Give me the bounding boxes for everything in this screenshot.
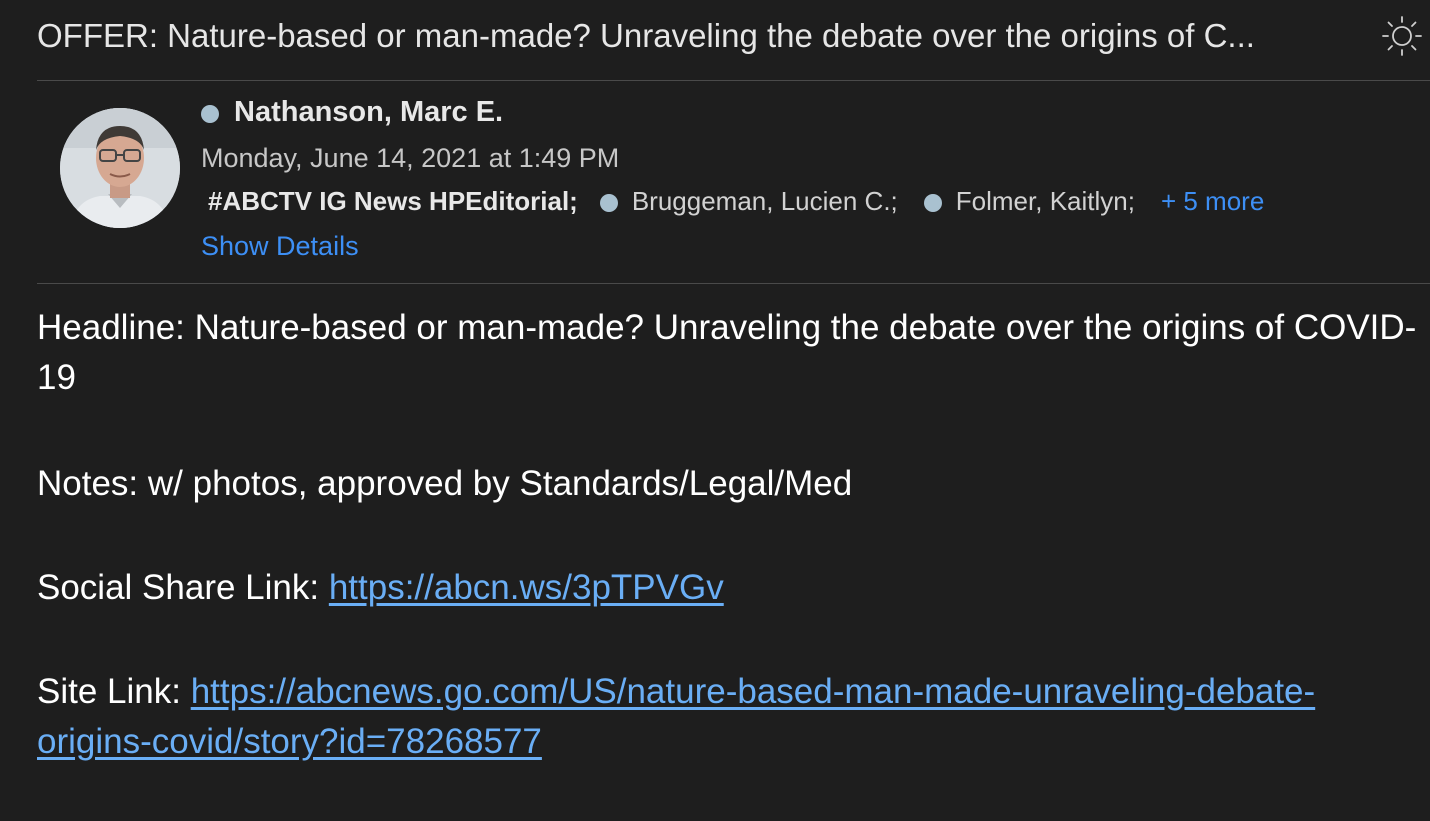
recipient-group[interactable]: #ABCTV IG News HPEditorial; xyxy=(208,186,578,217)
site-link[interactable]: https://abcnews.go.com/US/nature-based-m… xyxy=(37,672,1315,761)
headline-text: Headline: Nature-based or man-made? Unra… xyxy=(37,308,1417,397)
presence-dot-icon xyxy=(599,193,618,212)
sun-icon xyxy=(1382,16,1422,56)
presence-dot-icon xyxy=(923,193,942,212)
body-divider xyxy=(37,283,1430,284)
social-share-label: Social Share Link: xyxy=(37,568,329,607)
sender-name[interactable]: Nathanson, Marc E. xyxy=(234,96,503,129)
recipient-item[interactable]: Folmer, Kaitlyn; xyxy=(923,185,1135,217)
more-recipients-link[interactable]: + 5 more xyxy=(1161,186,1264,217)
social-share-link[interactable]: https://abcn.ws/3pTPVGv xyxy=(329,568,724,607)
notes-text: Notes: w/ photos, approved by Standards/… xyxy=(37,464,853,503)
site-link-line: Site Link: https://abcnews.go.com/US/nat… xyxy=(37,667,1427,767)
header-divider xyxy=(37,80,1430,81)
sent-date: Monday, June 14, 2021 at 1:49 PM xyxy=(201,143,620,173)
recipients-line: #ABCTV IG News HPEditorial; Bruggeman, L… xyxy=(208,184,1264,218)
sender-row: Nathanson, Marc E. xyxy=(201,94,503,130)
avatar-image xyxy=(60,108,180,228)
show-details-link[interactable]: Show Details xyxy=(201,228,359,264)
site-link-label: Site Link: xyxy=(37,672,191,711)
recipient-name: Folmer, Kaitlyn; xyxy=(955,185,1135,216)
theme-toggle-button[interactable] xyxy=(1380,14,1424,58)
recipient-item[interactable]: Bruggeman, Lucien C.; xyxy=(599,185,898,217)
social-share-line: Social Share Link: https://abcn.ws/3pTPV… xyxy=(37,563,1427,613)
message-body: Headline: Nature-based or man-made? Unra… xyxy=(37,303,1427,821)
presence-dot-icon xyxy=(201,105,219,123)
email-subject: OFFER: Nature-based or man-made? Unravel… xyxy=(37,17,1255,54)
avatar[interactable] xyxy=(60,108,180,228)
recipient-name: Bruggeman, Lucien C.; xyxy=(631,185,898,216)
